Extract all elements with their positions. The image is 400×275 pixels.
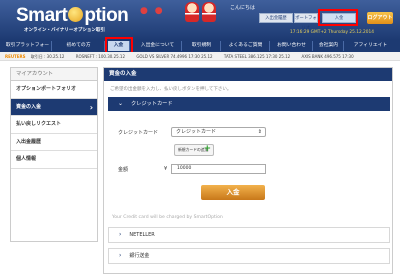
bank-transfer-label: 銀行送金 [129, 253, 150, 259]
neteller-option[interactable]: › NETELLER [108, 227, 390, 243]
card-field-label: クレジットカード [118, 130, 159, 136]
sidebar-item-personal-info[interactable]: 個人情報 [11, 151, 97, 169]
ornament-icon: ● ● [140, 6, 165, 16]
datetime: 17:16:29 GMT+2 Thursday 25.12.2014 [290, 30, 374, 35]
tab-account-history[interactable]: 入出金履歴 [259, 13, 293, 23]
santa-icon [185, 2, 221, 24]
nav-company[interactable]: 会社案内 [314, 41, 344, 51]
select-arrows-icon: ⇕ [257, 129, 262, 135]
logout-button[interactable]: ログアウト [367, 12, 393, 24]
ticker-quote: ROSNEFT : 100.30.25.12 [75, 54, 126, 59]
nav-beginners[interactable]: 初めての方 [53, 41, 105, 51]
ticker-quote: 取引日 : 30.25.12 [30, 54, 65, 59]
account-sidebar: マイアカウント オプションポートフォリオ 資金の入金 › 払い戻しリクエスト 入出… [10, 67, 98, 242]
tagline: オンライン・バイナリーオプション取引 [24, 28, 105, 33]
amount-input[interactable]: 10000 [171, 164, 266, 174]
deposit-notice: ご希望の出金額を入力し、払い戻しボタンを押して下さい。 [110, 87, 232, 92]
reuters-logo: REUTERS [5, 54, 26, 59]
logo-globe-icon [68, 7, 84, 22]
sidebar-item-label: 払い戻しリクエスト [16, 121, 62, 127]
sidebar-item-label: オプションポートフォリオ [16, 86, 77, 92]
sidebar-item-portfolio[interactable]: オプションポートフォリオ [11, 81, 97, 99]
nav-about-deposits[interactable]: 入出金について [134, 41, 182, 51]
amount-label: 金額 [118, 167, 129, 173]
sidebar-item-deposit[interactable]: 資金の入金 › [11, 98, 97, 116]
sidebar-item-history[interactable]: 入出金履歴 [11, 134, 97, 151]
plus-icon: + [203, 144, 211, 154]
news-ticker: REUTERS 取引日 : 30.25.12 ROSNEFT : 100.30.… [0, 52, 400, 61]
nav-contact[interactable]: お問い合わせ [271, 41, 313, 51]
credit-card-select[interactable]: クレジットカード ⇕ [171, 127, 266, 137]
highlight-box-deposit-tab [318, 9, 358, 26]
chevron-right-icon: › [89, 102, 93, 112]
sidebar-item-label: 個人情報 [16, 156, 37, 162]
sidebar-item-withdrawal[interactable]: 払い戻しリクエスト [11, 116, 97, 134]
logo-text-ption: ption [84, 5, 129, 26]
chevron-right-icon: › [119, 231, 122, 238]
add-new-card-button[interactable]: 新規カードの追加 + [174, 144, 214, 156]
welcome-text: こんにちは [230, 5, 256, 11]
logo-text-smart: Smart [16, 5, 68, 26]
credit-card-section-header[interactable]: ⌄ クレジットカード [108, 97, 390, 111]
ticker-quote: GOLD VS SILVER 74.4996 17:30 25.12 [136, 54, 213, 59]
tab-portfolio[interactable]: ポートフォリオ [294, 13, 318, 31]
nav-affiliate[interactable]: アフィリエイト [345, 41, 396, 51]
sidebar-item-label: 入出金履歴 [16, 138, 42, 145]
nav-trading-rules[interactable]: 取引規制 [183, 41, 221, 51]
deposit-button[interactable]: 入金 [201, 185, 265, 200]
chevron-down-icon: ⌄ [118, 100, 124, 107]
sidebar-item-label: 資金の入金 [16, 103, 42, 110]
chevron-right-icon: › [119, 252, 122, 259]
site-header: Smart ption オンライン・バイナリーオプション取引 ● ● こんにちは … [0, 0, 400, 40]
sidebar-title: マイアカウント [11, 68, 97, 81]
panel-title: 資金の入金 [104, 68, 392, 81]
ticker-quote: TATA STEEL 386.125 17:30 25.12 [223, 54, 291, 59]
currency-symbol: ¥ [164, 166, 168, 172]
ticker-quote: AXIS BANK 496.575 17:30 [301, 54, 354, 59]
smartoption-logo[interactable]: Smart ption [16, 5, 129, 27]
neteller-label: NETELLER [129, 232, 155, 238]
charge-note: Your Credit card will be charged by Smar… [112, 215, 223, 220]
nav-faq[interactable]: よくあるご質問 [222, 41, 270, 51]
credit-card-section-label: クレジットカード [131, 101, 173, 107]
nav-trading-platform[interactable]: 取引プラットフォーム [4, 41, 52, 58]
bank-transfer-option[interactable]: › 銀行送金 [108, 248, 390, 264]
deposit-panel: 資金の入金 ご希望の出金額を入力し、払い戻しボタンを押して下さい。 ⌄ クレジット… [103, 67, 393, 274]
credit-card-select-value: クレジットカード [176, 129, 217, 135]
main-nav: 取引プラットフォーム 初めての方 入金 入出金について 取引規制 よくあるご質問… [0, 40, 400, 58]
